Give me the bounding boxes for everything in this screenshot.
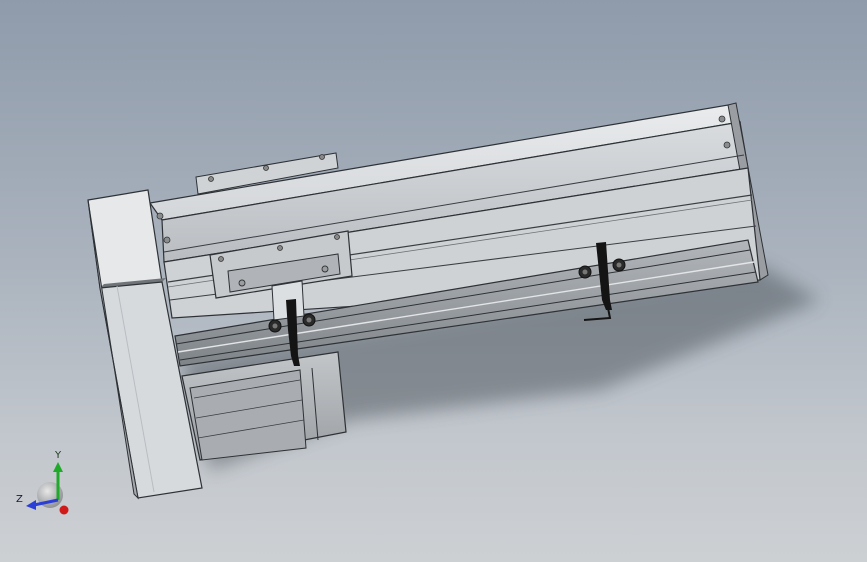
z-axis-label: Z: [16, 494, 23, 505]
cad-viewport[interactable]: Y Z: [0, 0, 867, 562]
z-axis-arrow-icon: [26, 500, 36, 510]
y-axis-label: Y: [54, 450, 62, 461]
x-axis-dot-icon: [59, 505, 69, 515]
y-axis-arrow-icon: [53, 462, 63, 472]
coordinate-triad[interactable]: Y Z: [16, 450, 69, 515]
linear-module-model[interactable]: Y Z: [0, 0, 867, 562]
